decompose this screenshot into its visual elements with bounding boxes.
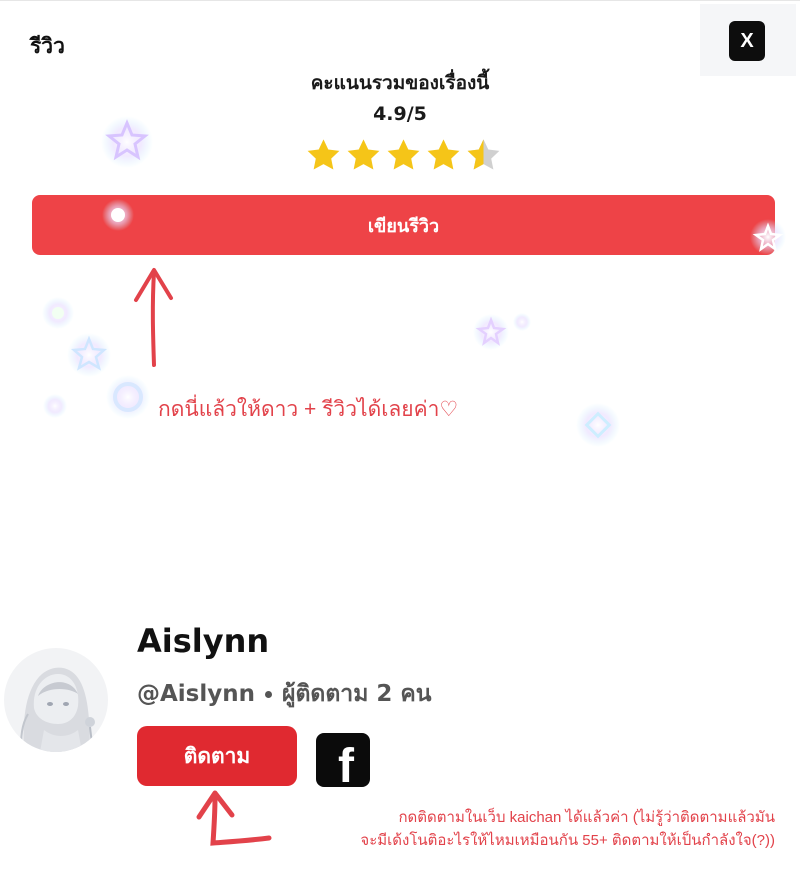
- follow-hint-line-1: กดติดตามในเว็บ kaichan ได้แล้วค่า (ไม่รู…: [398, 809, 775, 826]
- follow-hint-annotation: กดติดตามในเว็บ kaichan ได้แล้วค่า (ไม่รู…: [290, 806, 775, 852]
- rating-stars: [305, 137, 502, 174]
- separator-dot: [265, 690, 272, 698]
- facebook-icon[interactable]: f: [316, 733, 370, 787]
- follow-button[interactable]: ติดตาม: [137, 726, 297, 786]
- rating-heading: คะแนนรวมของเรื่องนี้: [310, 72, 490, 94]
- follower-count: ผู้ติดตาม 2 คน: [282, 681, 432, 707]
- sparkle-icon: [106, 375, 150, 419]
- sparkle-icon: [43, 394, 67, 418]
- arrow-up-icon: [134, 268, 173, 367]
- sparkle-icon: [42, 297, 74, 329]
- author-handle: @Aislynn: [137, 681, 255, 707]
- page-title: รีวิว: [30, 34, 65, 58]
- star-icon: [427, 139, 460, 170]
- sparkle-icon: [67, 333, 111, 377]
- write-review-button[interactable]: เขียนรีวิว: [32, 195, 775, 255]
- star-icon: [387, 139, 420, 170]
- top-divider: [0, 0, 800, 1]
- close-button[interactable]: X: [729, 21, 765, 61]
- avatar-illustration: [4, 648, 108, 752]
- review-hint-annotation: กดนี่แล้วให้ดาว + รีวิวได้เลยค่า♡: [158, 398, 459, 421]
- author-avatar[interactable]: [4, 648, 108, 752]
- star-icon: [307, 139, 340, 170]
- author-meta: @Aislynn ผู้ติดตาม 2 คน: [137, 676, 432, 712]
- decorations: [42, 116, 786, 846]
- rating-score: 4.9/5: [373, 103, 427, 125]
- follow-hint-line-2: จะมีเด้งโนติอะไรให้ไหมเหมือนกัน 55+ ติดต…: [360, 832, 775, 849]
- star-icon: [347, 139, 380, 170]
- author-name[interactable]: Aislynn: [137, 622, 269, 660]
- half-star-icon: [467, 139, 500, 170]
- sparkle-icon: [576, 403, 620, 447]
- sparkle-icon: [473, 314, 509, 350]
- arrow-corner-icon: [196, 790, 272, 846]
- sparkle-icon: [513, 313, 531, 331]
- facebook-glyph: f: [338, 740, 354, 788]
